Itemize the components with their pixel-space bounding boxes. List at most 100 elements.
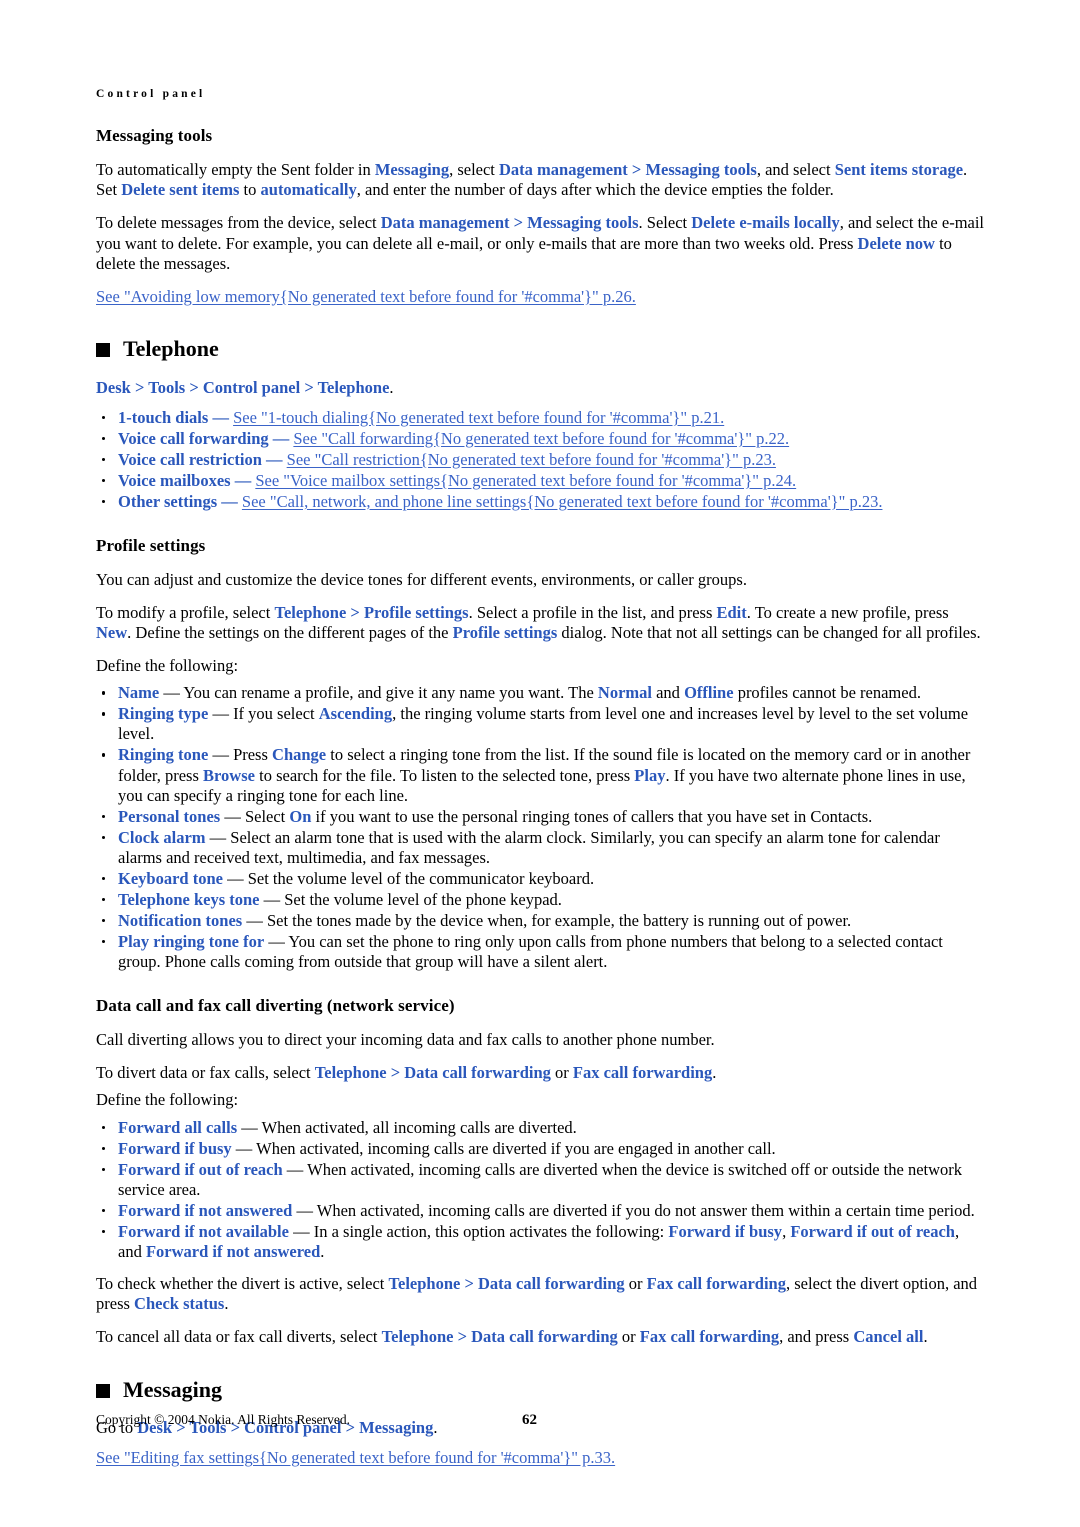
- breadcrumb-telephone: Desk > Tools > Control panel > Telephone…: [96, 378, 984, 398]
- term-link[interactable]: Name: [118, 683, 159, 702]
- link-new[interactable]: New: [96, 623, 127, 642]
- heading-text: Messaging: [123, 1376, 222, 1402]
- see-link[interactable]: See "Call forwarding{No generated text b…: [293, 429, 789, 448]
- separator-gt: >: [185, 377, 203, 397]
- breadcrumb-desk[interactable]: Desk: [96, 378, 131, 397]
- link-change[interactable]: Change: [272, 745, 326, 764]
- dash: —: [261, 449, 287, 469]
- text: , and enter the number of days after whi…: [356, 180, 834, 200]
- link-data-management[interactable]: Data management: [381, 213, 510, 232]
- link-data-call-forwarding[interactable]: Data call forwarding: [471, 1327, 618, 1346]
- term-link[interactable]: Forward if not answered: [118, 1201, 292, 1220]
- term-link[interactable]: Clock alarm: [118, 828, 206, 847]
- link-automatically[interactable]: automatically: [261, 180, 357, 199]
- link-data-call-forwarding[interactable]: Data call forwarding: [404, 1063, 551, 1082]
- term-link[interactable]: Ringing type: [118, 704, 208, 723]
- text: . To create a new profile, press: [746, 603, 949, 623]
- text: . Select a profile in the list, and pres…: [468, 603, 717, 623]
- link-profile-settings-dialog[interactable]: Profile settings: [453, 623, 558, 642]
- term-link[interactable]: Telephone keys tone: [118, 890, 260, 909]
- list-item: Play ringing tone for — You can set the …: [96, 932, 984, 972]
- breadcrumb-telephone-item[interactable]: Telephone: [318, 378, 390, 397]
- text: profiles cannot be renamed.: [733, 683, 921, 703]
- text: Set the tones made by the device when, f…: [266, 910, 852, 930]
- link-delete-emails-locally[interactable]: Delete e-mails locally: [691, 213, 839, 232]
- term-link[interactable]: Keyboard tone: [118, 869, 223, 888]
- link-check-status[interactable]: Check status: [134, 1294, 224, 1313]
- list-item: Name — You can rename a profile, and giv…: [96, 683, 984, 703]
- dash: —: [237, 1117, 262, 1137]
- link-forward-if-busy[interactable]: Forward if busy: [668, 1222, 782, 1241]
- link-profile-settings[interactable]: Profile settings: [364, 603, 469, 622]
- link-normal[interactable]: Normal: [598, 683, 652, 702]
- term-link[interactable]: Forward all calls: [118, 1118, 237, 1137]
- link-messaging-tools[interactable]: Messaging tools: [645, 160, 756, 179]
- text: if you want to use the personal ringing …: [311, 806, 873, 826]
- term-link[interactable]: Voice call forwarding: [118, 429, 269, 448]
- term-link[interactable]: 1-touch dials: [118, 408, 208, 427]
- link-messaging-tools[interactable]: Messaging tools: [527, 213, 638, 232]
- text: or: [624, 1273, 647, 1293]
- see-link[interactable]: See "Avoiding low memory{No generated te…: [96, 287, 636, 306]
- link-on[interactable]: On: [289, 807, 311, 826]
- heading-messaging-tools: Messaging tools: [96, 126, 213, 145]
- term-link[interactable]: Ringing tone: [118, 745, 208, 764]
- see-link[interactable]: See "Call restriction{No generated text …: [287, 450, 776, 469]
- text: or: [617, 1326, 640, 1346]
- see-link[interactable]: See "Call, network, and phone line setti…: [242, 492, 883, 511]
- link-forward-if-out-of-reach[interactable]: Forward if out of reach: [790, 1222, 955, 1241]
- link-data-management[interactable]: Data management: [499, 160, 628, 179]
- paragraph-delete-messages: To delete messages from the device, sele…: [96, 213, 984, 273]
- separator-gt: >: [300, 377, 318, 397]
- link-browse[interactable]: Browse: [203, 766, 255, 785]
- list-item: Ringing type — If you select Ascending, …: [96, 704, 984, 744]
- term-link[interactable]: Notification tones: [118, 911, 242, 930]
- see-link[interactable]: See "Voice mailbox settings{No generated…: [255, 471, 796, 490]
- link-play[interactable]: Play: [634, 766, 665, 785]
- breadcrumb-tools[interactable]: Tools: [148, 378, 185, 397]
- link-fax-call-forwarding[interactable]: Fax call forwarding: [640, 1327, 779, 1346]
- document-page: Control panel Messaging tools To automat…: [0, 0, 1080, 1527]
- link-delete-sent-items[interactable]: Delete sent items: [121, 180, 239, 199]
- link-cancel-all[interactable]: Cancel all: [853, 1327, 923, 1346]
- link-fax-call-forwarding[interactable]: Fax call forwarding: [573, 1063, 712, 1082]
- paragraph-define-following: Define the following:: [96, 1090, 239, 1110]
- link-telephone[interactable]: Telephone: [382, 1327, 454, 1346]
- list-item: Clock alarm — Select an alarm tone that …: [96, 828, 984, 868]
- separator-gt: >: [627, 160, 646, 180]
- text: Set the volume level of the phone keypad…: [284, 889, 562, 909]
- link-telephone[interactable]: Telephone: [315, 1063, 387, 1082]
- breadcrumb-messaging-item[interactable]: Messaging: [359, 1418, 433, 1437]
- term-link[interactable]: Play ringing tone for: [118, 932, 264, 951]
- dash: —: [288, 1221, 314, 1241]
- link-telephone[interactable]: Telephone: [389, 1274, 461, 1293]
- see-link[interactable]: See "1-touch dialing{No generated text b…: [233, 408, 724, 427]
- running-head: Control panel: [96, 88, 206, 100]
- separator-gt: >: [386, 1063, 405, 1083]
- link-sent-items-storage[interactable]: Sent items storage: [835, 160, 963, 179]
- term-link[interactable]: Voice mailboxes: [118, 471, 231, 490]
- link-fax-call-forwarding[interactable]: Fax call forwarding: [647, 1274, 786, 1293]
- term-link[interactable]: Forward if out of reach: [118, 1160, 283, 1179]
- term-link[interactable]: Other settings: [118, 492, 217, 511]
- link-messaging[interactable]: Messaging: [375, 160, 449, 179]
- text: .: [320, 1241, 325, 1261]
- see-link[interactable]: See "Editing fax settings{No generated t…: [96, 1448, 615, 1467]
- term-link[interactable]: Voice call restriction: [118, 450, 262, 469]
- paragraph-sent-folder: To automatically empty the Sent folder i…: [96, 160, 984, 200]
- term-link[interactable]: Forward if not available: [118, 1222, 289, 1241]
- dash: —: [268, 428, 294, 448]
- term-link[interactable]: Forward if busy: [118, 1139, 232, 1158]
- link-delete-now[interactable]: Delete now: [858, 234, 935, 253]
- link-forward-if-not-answered[interactable]: Forward if not answered: [146, 1242, 320, 1261]
- link-ascending[interactable]: Ascending: [319, 704, 392, 723]
- text: , select: [449, 160, 500, 180]
- link-edit[interactable]: Edit: [717, 603, 747, 622]
- breadcrumb-control-panel[interactable]: Control panel: [203, 378, 300, 397]
- term-link[interactable]: Personal tones: [118, 807, 220, 826]
- dash: —: [208, 407, 234, 427]
- link-offline[interactable]: Offline: [684, 683, 734, 702]
- list-item: Personal tones — Select On if you want t…: [96, 807, 984, 827]
- link-telephone[interactable]: Telephone: [274, 603, 346, 622]
- link-data-call-forwarding[interactable]: Data call forwarding: [478, 1274, 625, 1293]
